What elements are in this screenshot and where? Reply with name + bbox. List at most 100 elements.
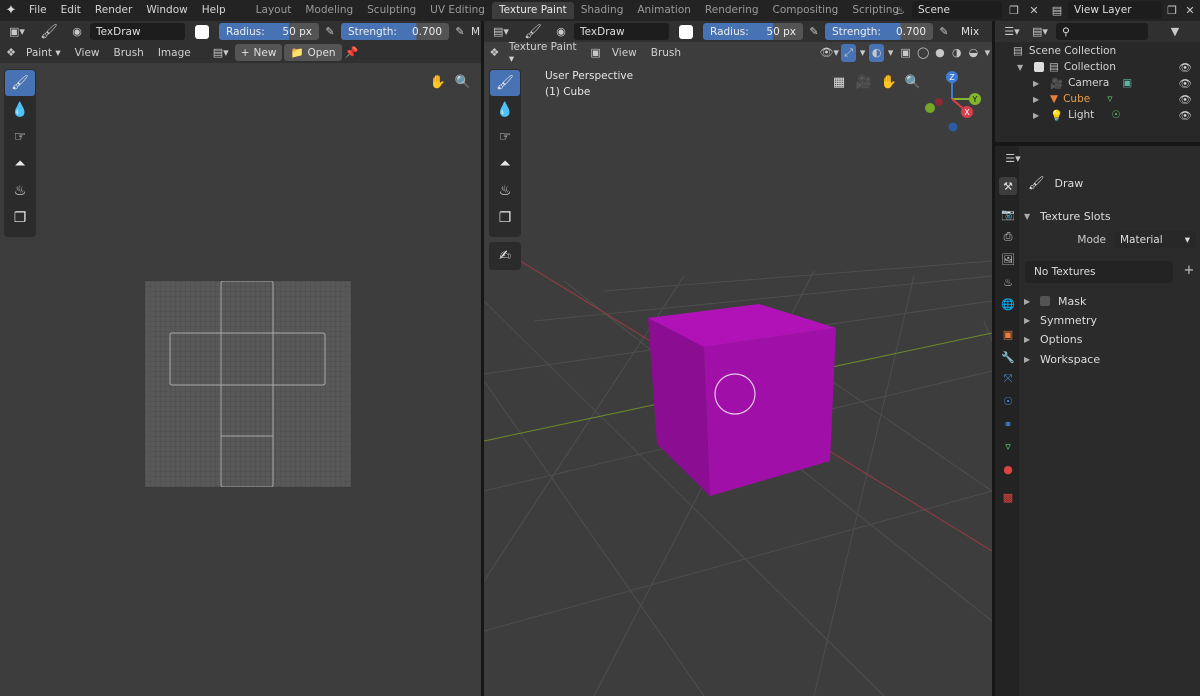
viewport-menu-brush[interactable]: Brush [645, 47, 687, 59]
scene-type-icon[interactable]: ♨ [888, 1, 912, 19]
workspace-panel-header[interactable]: ▶ Workspace [1024, 350, 1100, 368]
viewport-pan-icon[interactable]: ✋ [878, 71, 900, 93]
brush-name-field[interactable]: TexDraw [90, 23, 185, 40]
viewport-editor-type-icon[interactable]: ▤▾ [488, 23, 514, 41]
paint-mode-icon[interactable]: ❖ [4, 44, 18, 62]
view-layer-icon[interactable]: ▤ [1046, 1, 1068, 19]
texture-slots-panel-header[interactable]: ▼ Texture Slots [1024, 207, 1111, 225]
menu-view[interactable]: View [69, 47, 106, 59]
image-browse-icon[interactable]: ▤▾ [209, 44, 233, 62]
expand-camera-icon[interactable]: ▶ [1033, 79, 1045, 88]
options-panel-header[interactable]: ▶ Options [1024, 330, 1082, 348]
outliner-search-field[interactable]: ⚲ [1056, 23, 1148, 40]
tab-uv-editing[interactable]: UV Editing [423, 2, 492, 19]
overlays-toggle-icon[interactable]: ◐ [869, 43, 885, 62]
clone-tool-icon[interactable]: ⏶ [5, 151, 35, 177]
viewport-strength-pressure-icon[interactable]: ✎ [937, 23, 951, 41]
visibility-dropdown-icon[interactable]: 👁▾ [819, 44, 839, 62]
physics-tab-icon[interactable]: ☉ [999, 392, 1017, 410]
blend-mode-dropdown[interactable]: Mix [955, 23, 985, 40]
pan-view-icon[interactable]: ✋ [427, 71, 449, 93]
constraints-tab-icon[interactable]: ⚭ [999, 415, 1017, 433]
draw-tool-icon[interactable]: 🖌 [5, 70, 35, 96]
texture-list[interactable]: No Textures [1025, 261, 1173, 283]
tab-texture-paint[interactable]: Texture Paint [491, 2, 574, 19]
outliner-editor-type-icon[interactable]: ☰▾ [1000, 23, 1024, 41]
texture-paint-mode-dropdown[interactable]: Texture Paint ▾ [503, 41, 585, 65]
expand-cube-icon[interactable]: ▶ [1033, 95, 1045, 104]
color-swatch[interactable] [195, 24, 209, 39]
view-layer-selector[interactable]: View Layer [1068, 1, 1162, 19]
xray-toggle-icon[interactable]: ▣ [897, 44, 914, 62]
scene-tab-icon[interactable]: ♨ [999, 273, 1017, 291]
fill-tool-icon[interactable]: ♨ [5, 178, 35, 204]
strength-pressure-icon[interactable]: ✎ [453, 23, 467, 41]
outliner-light[interactable]: ▶ 💡 Light ☉ 👁 [995, 107, 1200, 123]
mode-dropdown[interactable]: Material ▾ [1114, 231, 1196, 248]
3d-viewport[interactable]: ▤▾ 🖌 ◉ TexDraw Radius: 50 px ✎ Strength: 0… [484, 21, 992, 696]
viewport-color-swatch[interactable] [679, 24, 693, 39]
tool-tab-icon[interactable]: ⚒ [999, 177, 1017, 195]
symmetry-panel-header[interactable]: ▶ Symmetry [1024, 311, 1097, 329]
brush-data-icon[interactable]: ◉ [68, 23, 86, 41]
viewport-mask-tool-icon[interactable]: ❐ [490, 205, 520, 231]
soften-tool-icon[interactable]: 💧 [5, 97, 35, 123]
menu-brush[interactable]: Brush [108, 47, 150, 59]
smear-tool-icon[interactable]: ☞ [5, 124, 35, 150]
viewport-draw-tool-icon[interactable]: 🖌 [490, 70, 520, 96]
paint-mode-dropdown[interactable]: Paint ▾ [20, 47, 67, 59]
wireframe-shading-icon[interactable]: ◯ [916, 44, 931, 62]
properties-editor-type-icon[interactable]: ☰▾ [1001, 149, 1025, 167]
particles-tab-icon[interactable]: ⤧ [999, 370, 1017, 388]
mask-panel-header[interactable]: ▶ Mask [1024, 292, 1086, 310]
zoom-view-icon[interactable]: 🔍 [452, 71, 474, 93]
outliner-scene-collection[interactable]: ▤ Scene Collection [995, 43, 1200, 59]
collection-checkbox[interactable] [1034, 62, 1044, 72]
data-tab-icon[interactable]: ▿ [999, 437, 1017, 455]
overlays-dropdown-icon[interactable]: ▾ [886, 44, 895, 62]
menu-edit[interactable]: Edit [54, 0, 88, 21]
mask-tool-icon[interactable]: ❐ [5, 205, 35, 231]
viewport-menu-view[interactable]: View [606, 47, 643, 59]
display-mode-icon[interactable]: ▤▾ [1028, 23, 1052, 41]
open-image-button[interactable]: 📁 Open [284, 44, 342, 61]
texture-tab-icon[interactable]: ▩ [999, 488, 1017, 506]
outliner-camera[interactable]: ▶ 🎥 Camera ▣ 👁 [995, 75, 1200, 91]
tab-shading[interactable]: Shading [574, 2, 631, 19]
new-image-button[interactable]: + New [234, 44, 283, 61]
mask-checkbox[interactable] [1040, 296, 1050, 306]
image-editor[interactable]: ▣▾ 🖌 ◉ TexDraw Radius: 50 px ✎ Strength: 0… [0, 21, 481, 696]
scene-delete-icon[interactable]: ✕ [1025, 1, 1043, 19]
camera-visibility-icon[interactable]: 👁 [1179, 77, 1192, 90]
modifiers-tab-icon[interactable]: 🔧 [999, 348, 1017, 366]
viewport-brush-name-field[interactable]: TexDraw [574, 23, 669, 40]
radius-slider[interactable]: Radius: 50 px [219, 23, 319, 40]
pin-icon[interactable]: 📌 [344, 44, 360, 62]
material-shading-icon[interactable]: ◑ [949, 44, 964, 62]
viewport-clone-tool-icon[interactable]: ⏶ [490, 151, 520, 177]
add-texture-slot-icon[interactable]: + [1180, 261, 1198, 279]
tab-compositing[interactable]: Compositing [766, 2, 846, 19]
brush-icon[interactable]: 🖌 [34, 23, 64, 41]
expand-collection-icon[interactable]: ▼ [1017, 63, 1029, 72]
tab-sculpting[interactable]: Sculpting [360, 2, 423, 19]
view-layer-copy-icon[interactable]: ❐ [1164, 1, 1180, 19]
filter-icon[interactable]: ▼ [1164, 23, 1186, 41]
blender-logo-icon[interactable]: ✦ [0, 0, 22, 21]
tab-layout[interactable]: Layout [249, 2, 299, 19]
render-tab-icon[interactable]: 📷 [999, 205, 1017, 223]
viewport-brush-data-icon[interactable]: ◉ [552, 23, 570, 41]
object-tab-icon[interactable]: ▣ [999, 325, 1017, 343]
viewport-fill-tool-icon[interactable]: ♨ [490, 178, 520, 204]
annotate-tool-icon[interactable]: ✍ [490, 243, 520, 269]
navigation-gizmo[interactable]: Z Y X [922, 69, 982, 139]
outliner[interactable]: ☰▾ ▤▾ ⚲ ▼ ▤ Scene Collection ▼ ▤ Collect… [995, 21, 1200, 142]
light-visibility-icon[interactable]: 👁 [1179, 109, 1192, 122]
gizmo-toggle-icon[interactable]: ⤢ [841, 43, 857, 62]
editor-type-icon[interactable]: ▣▾ [4, 23, 30, 41]
viewport-zoom-icon[interactable]: 🔍 [902, 71, 924, 93]
scene-selector[interactable]: Scene [912, 1, 1002, 19]
solid-shading-icon[interactable]: ● [933, 44, 948, 62]
menu-file[interactable]: File [22, 0, 54, 21]
outliner-cube[interactable]: ▶ ▼ Cube ▿ 👁 [995, 91, 1200, 107]
